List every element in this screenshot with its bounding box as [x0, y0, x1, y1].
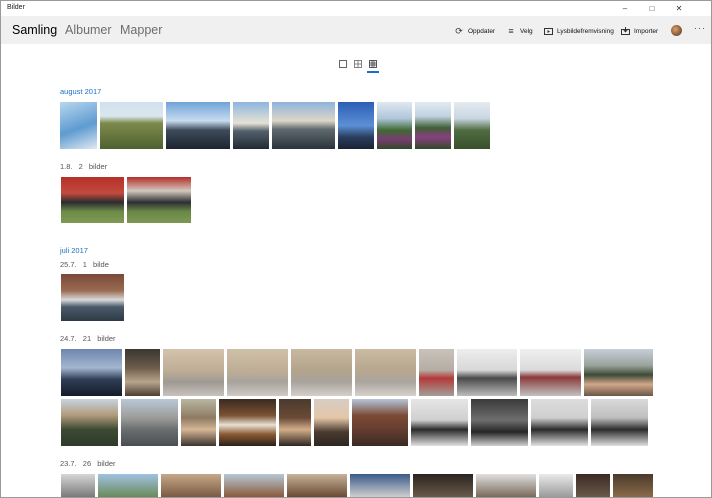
view-medium-icon[interactable] [353, 59, 363, 69]
photo-thumbnail[interactable] [355, 349, 416, 396]
photo-thumbnail[interactable] [338, 102, 374, 149]
group-heading: 24.7. 21 bilder [60, 334, 116, 343]
photo-thumbnail[interactable] [419, 349, 454, 396]
group-date: 1.8. [60, 162, 73, 171]
photo-thumbnail[interactable] [291, 349, 352, 396]
photo-thumbnail[interactable] [161, 474, 221, 497]
month-heading: august 2017 [60, 87, 102, 96]
photo-thumbnail[interactable] [279, 399, 311, 446]
photo-thumbnail[interactable] [413, 474, 473, 497]
photo-thumbnail[interactable] [219, 399, 276, 446]
photo-thumbnail[interactable] [454, 102, 490, 149]
photo-thumbnail[interactable] [61, 177, 124, 223]
refresh-icon: ⟳ [455, 25, 463, 36]
group-count: 21 bilder [82, 334, 116, 343]
select-icon: ≡ [508, 25, 514, 36]
photo-thumbnail[interactable] [163, 349, 224, 396]
tab-albumer[interactable]: Albumer [65, 23, 112, 37]
group-count: 26 bilder [82, 459, 116, 468]
maximize-button[interactable]: □ [640, 1, 664, 16]
view-large-icon[interactable] [338, 59, 348, 69]
photo-thumbnail[interactable] [181, 399, 216, 446]
select-label: Velg [520, 27, 533, 35]
refresh-label: Oppdater [468, 27, 496, 35]
photo-thumbnail[interactable] [471, 399, 528, 446]
photo-thumbnail[interactable] [166, 102, 230, 149]
photo-thumbnail[interactable] [100, 102, 163, 149]
photo-thumbnail[interactable] [576, 474, 610, 497]
close-button[interactable]: ✕ [667, 1, 691, 16]
photo-thumbnail[interactable] [539, 474, 573, 497]
photo-thumbnail[interactable] [350, 474, 410, 497]
group-count: 1 bilde [82, 260, 109, 269]
photo-thumbnail[interactable] [121, 399, 178, 446]
slideshow-button[interactable]: Lysbildefremvisning [543, 25, 614, 37]
group-date: 25.7. [60, 260, 77, 269]
month-heading: juli 2017 [60, 246, 88, 255]
photo-thumbnail[interactable] [531, 399, 588, 446]
group-heading: 1.8. 2 bilder [60, 162, 107, 171]
photo-thumbnail[interactable] [272, 102, 335, 149]
photo-thumbnail[interactable] [98, 474, 158, 497]
refresh-button[interactable]: ⟳ Oppdater [454, 25, 495, 37]
slideshow-icon [543, 26, 553, 36]
photo-thumbnail[interactable] [314, 399, 349, 446]
photo-thumbnail[interactable] [584, 349, 653, 396]
photo-thumbnail[interactable] [61, 399, 118, 446]
photo-thumbnail[interactable] [613, 474, 653, 497]
import-label: Importer [634, 27, 659, 35]
app-title: Bilder [7, 4, 25, 11]
group-count: 2 bilder [78, 162, 108, 171]
app-header: Samling Albumer Mapper ⟳ Oppdater ≡ Velg… [1, 16, 711, 44]
photo-thumbnail[interactable] [227, 349, 288, 396]
photo-thumbnail[interactable] [377, 102, 412, 149]
group-heading: 23.7. 26 bilder [60, 459, 116, 468]
photo-thumbnail[interactable] [287, 474, 347, 497]
group-heading: 25.7. 1 bilde [60, 260, 109, 269]
photo-thumbnail[interactable] [591, 399, 648, 446]
photo-thumbnail[interactable] [415, 102, 451, 149]
photo-thumbnail[interactable] [352, 399, 408, 446]
slideshow-label: Lysbildefremvisning [557, 27, 614, 35]
account-avatar[interactable] [671, 25, 682, 36]
import-button[interactable]: Importer [620, 25, 658, 37]
photo-thumbnail[interactable] [457, 349, 517, 396]
minimize-icon: – [622, 4, 628, 13]
photo-thumbnail[interactable] [411, 399, 468, 446]
photo-thumbnail[interactable] [60, 102, 97, 149]
view-small-icon[interactable] [367, 59, 379, 73]
photo-thumbnail[interactable] [61, 474, 95, 497]
photo-thumbnail[interactable] [476, 474, 536, 497]
group-date: 24.7. [60, 334, 77, 343]
photo-thumbnail[interactable] [61, 274, 124, 321]
select-button[interactable]: ≡ Velg [506, 25, 533, 37]
close-icon: ✕ [675, 4, 683, 13]
photo-thumbnail[interactable] [224, 474, 284, 497]
import-icon [620, 26, 630, 36]
photo-thumbnail[interactable] [61, 349, 122, 396]
photo-thumbnail[interactable] [233, 102, 269, 149]
minimize-button[interactable]: – [613, 1, 637, 16]
more-options-icon[interactable]: ··· [694, 23, 706, 33]
photos-window: Bilder – □ ✕ Samling Albumer Mapper ⟳ Op… [0, 0, 712, 498]
maximize-icon: □ [649, 4, 655, 13]
group-date: 23.7. [60, 459, 77, 468]
tab-mapper[interactable]: Mapper [120, 23, 162, 37]
photo-thumbnail[interactable] [127, 177, 191, 223]
photo-thumbnail[interactable] [520, 349, 581, 396]
tab-samling[interactable]: Samling [12, 23, 57, 37]
title-bar: Bilder – □ ✕ [1, 1, 711, 16]
photo-thumbnail[interactable] [125, 349, 160, 396]
